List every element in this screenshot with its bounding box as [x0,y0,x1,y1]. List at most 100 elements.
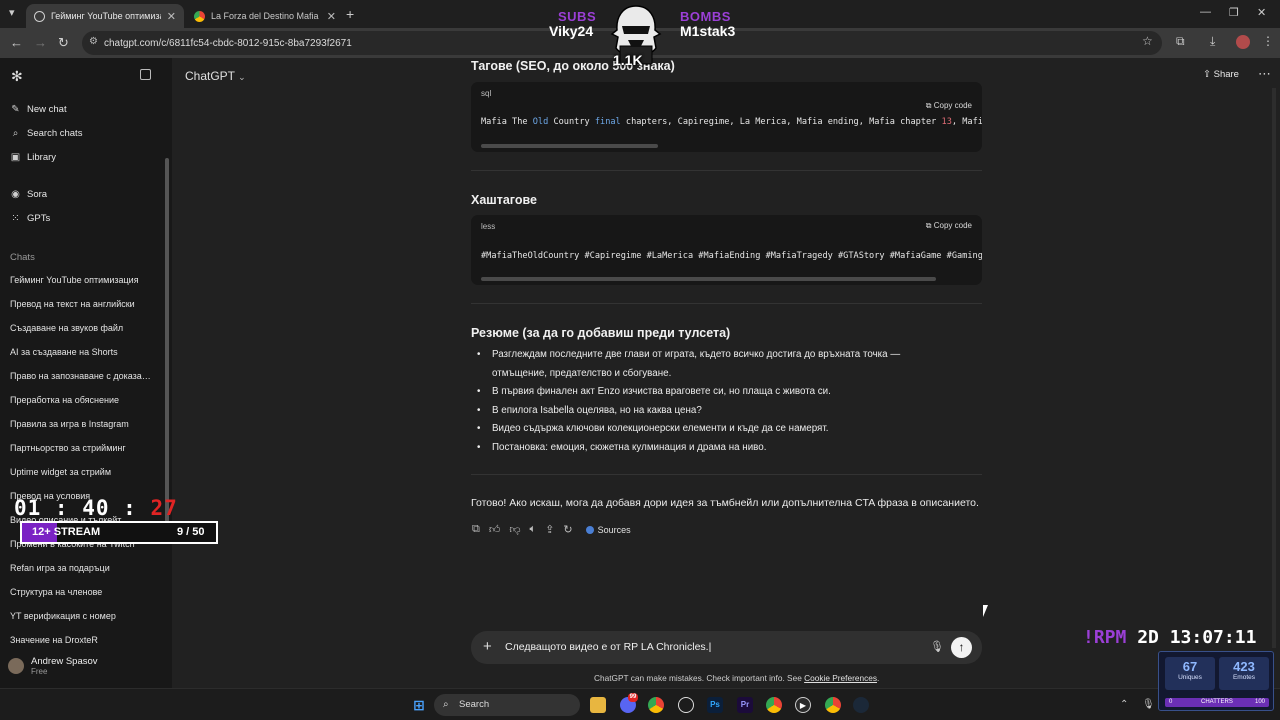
code-block-hashtags: less ⧉ Copy code #MafiaTheOldCountry #Ca… [471,215,982,285]
chat-history-item[interactable]: Право на запознаване с доказа… [10,371,160,381]
user-plan: Free [31,667,48,676]
browser-tab-active[interactable]: Гейминг YouTube оптимизация ✕ [26,4,184,28]
reload-icon[interactable]: ↻ [58,35,69,51]
back-icon[interactable]: ← [10,35,23,50]
message-actions: ⧉ 👍︎ 👎︎ 🔈︎ ⇪ ↻ Sources [472,523,631,536]
user-name: Andrew Spasov [31,656,98,667]
model-name: ChatGPT [185,69,235,83]
chat-history-item[interactable]: Правила за игра в Instagram [10,419,160,429]
notification-badge: 99 [628,693,638,702]
edit-icon: ✎ [11,104,20,115]
regenerate-icon[interactable]: ↻ [563,523,572,536]
browser-menu-icon[interactable]: ⋮ [1262,34,1274,48]
chat-history-item[interactable]: Превод на текст на английски [10,299,160,309]
forward-icon[interactable]: → [34,35,47,50]
code-block-tags: sql ⧉ Copy code Mafia The Old Country fi… [471,82,982,152]
thumbs-up-icon[interactable]: 👍︎ [489,523,501,536]
media-player-icon[interactable]: ▶ [795,697,811,713]
browser-tab[interactable]: La Forza del Destino Mafia the ✕ [186,4,344,28]
page-scrollbar[interactable] [1272,88,1276,648]
divider [471,170,982,171]
openai-app-icon[interactable] [678,697,694,713]
sidebar-item-library[interactable]: ▣ Library [10,152,56,163]
chat-history-item[interactable]: Refan игра за подаръци [10,563,160,573]
openai-logo-icon[interactable]: ✻ [11,68,23,85]
new-tab-icon[interactable]: + [346,6,354,22]
code-horizontal-scrollbar[interactable] [481,144,658,148]
profile-avatar[interactable] [1236,35,1250,49]
list-item: В епилога Isabella оцелява, но на каква … [477,402,952,421]
divider [471,303,982,304]
sidebar-item-label: Sora [27,189,48,200]
tray-microphone-icon[interactable]: 🎙︎ [1142,699,1155,710]
photoshop-icon[interactable]: Ps [707,697,723,713]
send-button[interactable]: ↑ [951,637,972,658]
code-horizontal-scrollbar[interactable] [481,277,936,281]
chevron-down-icon: ⌄ [238,72,246,82]
model-selector[interactable]: ChatGPT ⌄ [185,69,246,83]
file-explorer-icon[interactable] [590,697,606,713]
maximize-icon[interactable]: ❐ [1229,6,1239,19]
tray-chevron-up-icon[interactable]: ⌃ [1120,699,1128,710]
tab-list-icon[interactable]: ▾ [9,6,15,19]
more-options-icon[interactable]: ⋯ [1258,66,1271,82]
chat-history-item[interactable]: Създаване на звуков файл [10,323,160,333]
site-info-icon[interactable]: ⚙ [89,36,98,47]
extensions-icon[interactable]: ⧉ [1176,34,1185,49]
copy-code-button[interactable]: ⧉ Copy code [926,101,972,111]
emotes-stat: 423 Emotes [1219,657,1269,690]
list-item: Разглеждам последните две глави от играт… [477,346,952,383]
attach-plus-icon[interactable]: + [483,638,492,655]
overlay-bombs-label: BOMBS [680,9,731,24]
copy-icon: ⧉ [925,221,932,230]
list-item: Видео съдържа ключови колекционерски еле… [477,420,952,439]
microphone-icon[interactable]: 🎙︎ [930,640,944,653]
goal-count: 9 / 50 [177,526,205,538]
steam-icon[interactable] [853,697,869,713]
chrome-favicon-icon [194,10,205,22]
read-aloud-icon[interactable]: 🔈︎ [530,523,537,536]
sidebar-item-sora[interactable]: ◉ Sora [10,189,47,200]
chrome-icon[interactable] [648,697,664,713]
copy-code-button[interactable]: ⧉ Copy code [926,221,972,231]
download-icon[interactable]: ⤓ [1210,34,1215,49]
chat-history-item[interactable]: Uptime widget за стрийм [10,467,160,477]
user-account[interactable]: Andrew Spasov Free [8,656,98,676]
chrome-profile-icon[interactable] [825,697,841,713]
copy-icon[interactable]: ⧉ [472,523,480,536]
sidebar-scrollbar[interactable] [165,158,169,538]
bookmark-star-icon[interactable]: ☆ [1142,34,1153,48]
chat-history-item[interactable]: Структура на членове [10,587,160,597]
sidebar-item-gpts[interactable]: ⁙ GPTs [10,213,50,224]
chrome-active-icon[interactable] [766,697,782,713]
share-button[interactable]: ⇪ Share [1203,69,1239,80]
prompt-input[interactable]: Следващото видео е от RP LA Chronicles.| [505,641,711,653]
thumbs-down-icon[interactable]: 👎︎ [509,523,520,536]
tab-close-icon[interactable]: ✕ [167,10,176,23]
chat-history-item[interactable]: Преработка на обяснение [10,395,160,405]
chat-history-item[interactable]: AI за създаване на Shorts [10,347,160,357]
message-composer[interactable]: + Следващото видео е от RP LA Chronicles… [471,631,982,664]
sources-button[interactable]: Sources [585,525,631,535]
minimize-icon[interactable]: — [1200,6,1211,18]
copy-code-label: Copy code [933,221,972,230]
windows-start-icon[interactable]: ⊞ [411,697,427,713]
sidebar-toggle-icon[interactable] [140,69,151,80]
sidebar-item-new-chat[interactable]: ✎ New chat [10,104,66,115]
share-icon[interactable]: ⇪ [545,523,554,536]
chat-history-item[interactable]: Гейминг YouTube оптимизация [10,275,160,285]
tab-title: La Forza del Destino Mafia the [211,11,321,21]
window-close-icon[interactable]: ✕ [1257,6,1266,19]
cookie-preferences-link[interactable]: Cookie Preferences [804,673,877,683]
code-language-label: less [481,222,496,231]
chat-history-item[interactable]: Значение на DroxteR [10,635,160,645]
section-heading: Хаштагове [471,193,537,207]
chat-history-item[interactable]: Партньорство за стрийминг [10,443,160,453]
sidebar-item-search-chats[interactable]: ⌕ Search chats [10,128,83,139]
search-icon: ⌕ [12,128,19,139]
tab-close-icon[interactable]: ✕ [327,10,336,23]
chat-history-item[interactable]: YT верификация с номер [10,611,160,621]
premiere-icon[interactable]: Pr [737,697,753,713]
taskbar-search[interactable]: ⌕ Search [434,694,580,716]
user-avatar [8,658,24,674]
